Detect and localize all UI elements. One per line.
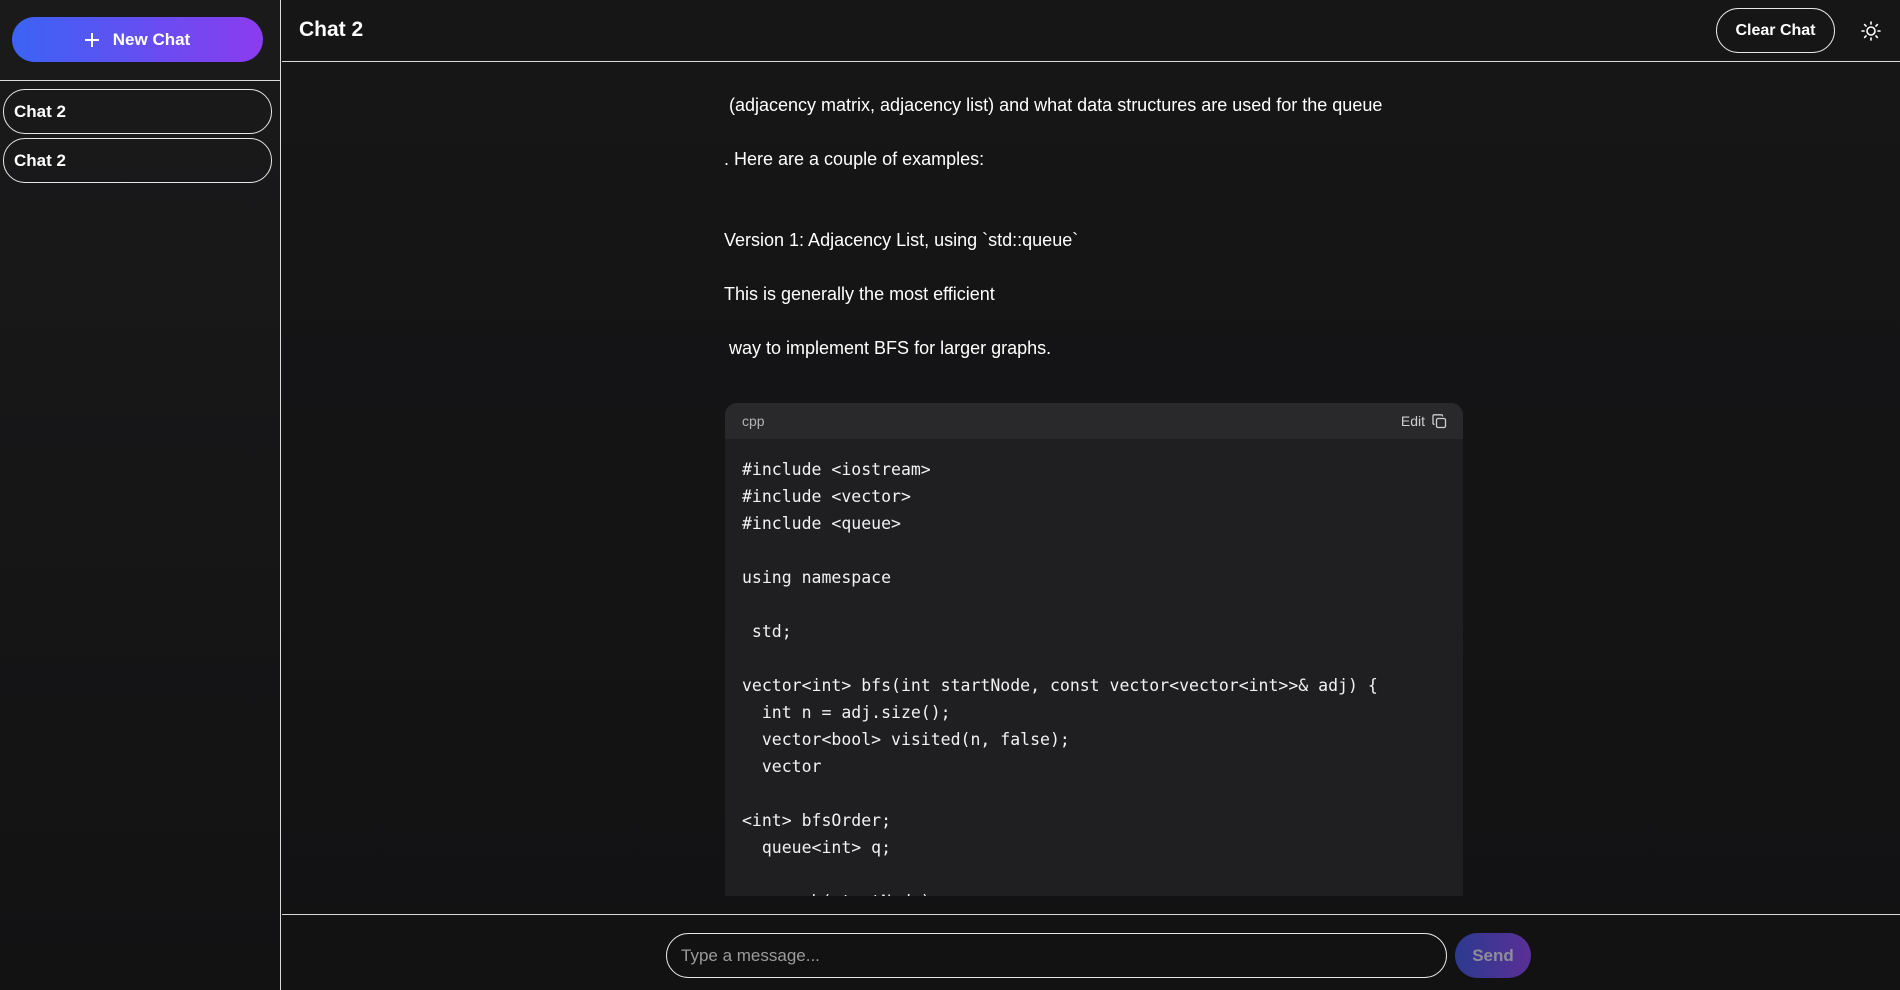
code-block-header: cpp Edit	[725, 403, 1463, 439]
assistant-message-text: . Here are a couple of examples:	[724, 149, 985, 169]
clear-chat-button[interactable]: Clear Chat	[1716, 8, 1835, 53]
assistant-message-text: Version 1: Adjacency List, using `std::q…	[724, 230, 1079, 250]
new-chat-label: New Chat	[112, 29, 191, 49]
send-button[interactable]: Send	[1455, 933, 1531, 978]
message-area[interactable]: (adjacency matrix, adjacency list) and w…	[282, 63, 1900, 914]
chat-header: Chat 2 Clear Chat	[282, 0, 1900, 62]
page-title: Chat 2	[299, 18, 364, 41]
assistant-message-text: This is generally the most efficient	[724, 284, 995, 304]
sun-icon	[1861, 21, 1881, 41]
plus-icon	[84, 32, 99, 47]
code-edit-copy-button[interactable]: Edit	[1401, 413, 1447, 429]
message-input[interactable]	[666, 933, 1447, 978]
chat-list-item[interactable]: Chat 2	[3, 89, 272, 134]
code-content: #include <iostream> #include <vector> #i…	[742, 460, 1378, 896]
assistant-message-text: (adjacency matrix, adjacency list) and w…	[724, 95, 1383, 115]
new-chat-button[interactable]: New Chat	[12, 17, 263, 62]
chat-app: New Chat Chat 2 Chat 2 Chat 2 Clear Chat	[0, 0, 1900, 990]
code-language-label: cpp	[742, 413, 765, 429]
chat-list-item-label: Chat 2	[14, 150, 66, 170]
assistant-message-text: way to implement BFS for larger graphs.	[724, 338, 1052, 358]
chat-list-item[interactable]: Chat 2	[3, 138, 272, 183]
chat-list-item-label: Chat 2	[14, 101, 66, 121]
sidebar: New Chat Chat 2 Chat 2	[0, 0, 281, 990]
sidebar-divider	[0, 80, 281, 81]
chat-list: Chat 2 Chat 2	[3, 89, 272, 187]
theme-toggle-button[interactable]	[1860, 20, 1882, 42]
message-composer: Send	[282, 914, 1900, 990]
code-block: cpp Edit #include <iostream> #include <v…	[725, 403, 1463, 896]
code-edit-label: Edit	[1400, 413, 1425, 429]
copy-icon	[1432, 413, 1447, 428]
